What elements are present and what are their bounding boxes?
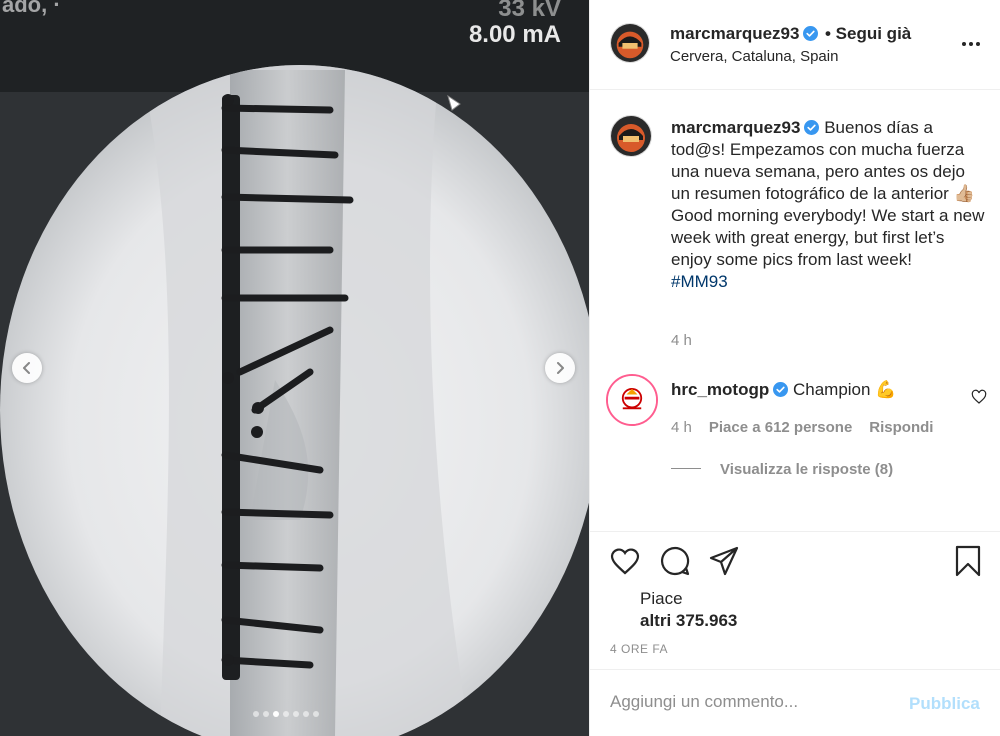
heart-icon[interactable] [609, 545, 641, 577]
carousel-indicator [253, 711, 319, 717]
carousel-dot [263, 711, 269, 717]
comment-body: hrc_motogp Champion 💪 [671, 380, 896, 400]
comment-like-icon[interactable] [971, 389, 987, 405]
prev-image-button[interactable] [12, 353, 42, 383]
caption-timestamp: 4 h [671, 332, 692, 349]
verified-badge-icon [804, 120, 820, 135]
comment-avatar[interactable] [606, 374, 658, 426]
username-text: marcmarquez93 [670, 24, 800, 43]
avatar[interactable] [610, 23, 650, 63]
likes-summary[interactable]: Piace altri 375.963 [640, 588, 737, 632]
chevron-right-icon [557, 362, 564, 374]
reply-button[interactable]: Rispondi [869, 419, 933, 436]
verified-badge-icon [803, 26, 819, 41]
replies-divider [671, 468, 701, 469]
bookmark-icon[interactable] [952, 545, 984, 577]
next-image-button[interactable] [545, 353, 575, 383]
xray-photo [0, 0, 589, 736]
view-replies-button[interactable]: Visualizza le risposte (8) [671, 461, 893, 478]
post-caption: marcmarquez93 Buenos días a tod@s! Empez… [671, 117, 986, 293]
comment-input[interactable] [610, 692, 890, 712]
caption-text-en: Good morning everybody! We start a new w… [671, 206, 985, 269]
post-sidebar: marcmarquez93 • Segui già Cervera, Catal… [589, 0, 1000, 736]
caption-username[interactable]: marcmarquez93 [671, 118, 800, 137]
comment-icon[interactable] [659, 545, 691, 577]
view-replies-label: Visualizza le risposte (8) [720, 461, 894, 478]
comment-meta: 4 h Piace a 612 persone Rispondi [671, 419, 950, 436]
monitor-readout: 33 kV 8.00 mA [468, 0, 561, 48]
post-timestamp: 4 ORE FA [610, 642, 669, 656]
carousel-dot [253, 711, 259, 717]
carousel-dot [273, 711, 279, 717]
comment-username[interactable]: hrc_motogp [671, 380, 769, 399]
location-link[interactable]: Cervera, Cataluna, Spain [670, 48, 838, 65]
monitor-readout-left: ado, · [2, 0, 61, 17]
publish-button[interactable]: Pubblica [909, 694, 980, 714]
likes-count: altri 375.963 [640, 611, 738, 630]
monitor-ma: 8.00 mA [468, 21, 561, 48]
post-media: ado, · 33 kV 8.00 mA [0, 0, 589, 736]
more-options-icon[interactable] [961, 34, 981, 54]
carousel-dot [313, 711, 319, 717]
following-button[interactable]: • Segui già [825, 24, 911, 44]
comment-likes[interactable]: Piace a 612 persone [709, 419, 852, 436]
monitor-kv: 33 kV [498, 0, 561, 22]
add-comment-bar: Pubblica [590, 669, 1000, 736]
likes-prefix: Piace [640, 589, 683, 608]
chevron-left-icon [23, 362, 30, 374]
comment-timestamp: 4 h [671, 419, 692, 436]
carousel-dot [283, 711, 289, 717]
verified-badge-icon [773, 382, 789, 397]
comments-section: marcmarquez93 Buenos días a tod@s! Empez… [590, 91, 1000, 531]
carousel-dot [303, 711, 309, 717]
header-username[interactable]: marcmarquez93 [670, 24, 819, 44]
caption-avatar[interactable] [610, 115, 652, 157]
carousel-dot [293, 711, 299, 717]
hashtag-link[interactable]: #MM93 [671, 272, 728, 291]
post-header: marcmarquez93 • Segui già Cervera, Catal… [590, 0, 1000, 90]
post-actions: Piace altri 375.963 4 ORE FA [590, 531, 1000, 669]
share-icon[interactable] [708, 545, 740, 577]
comment-text: Champion 💪 [792, 380, 897, 399]
